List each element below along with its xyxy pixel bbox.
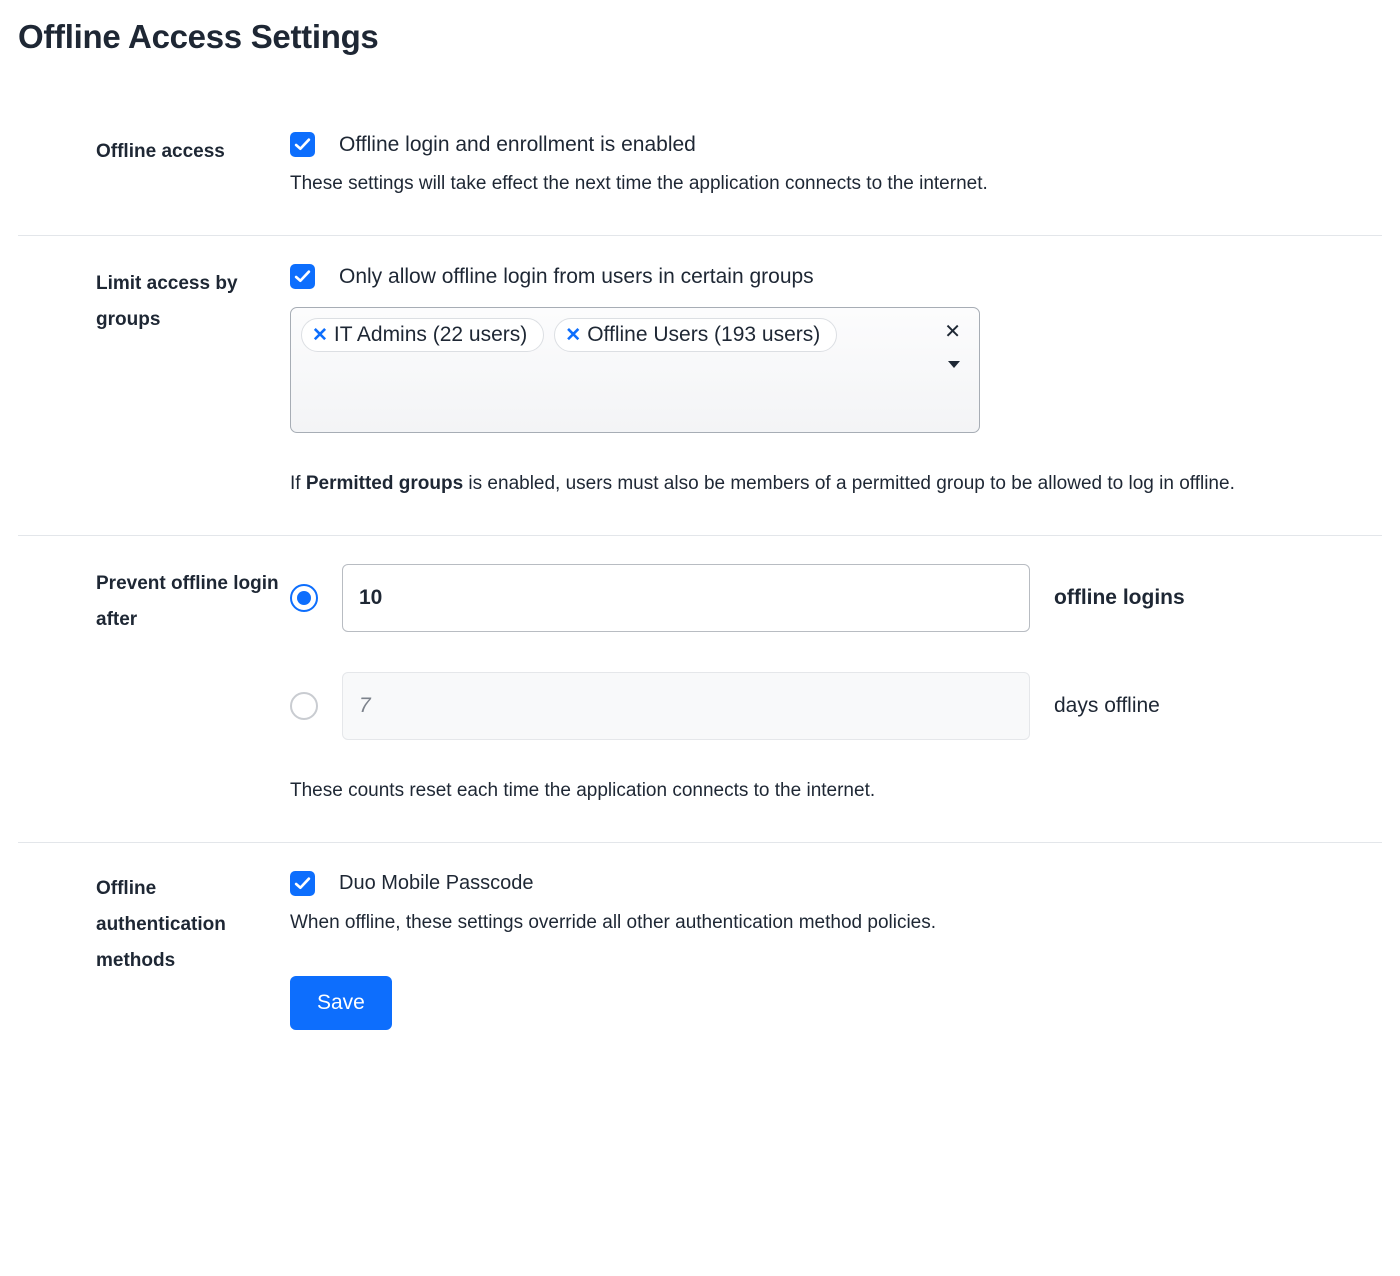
check-icon <box>294 875 311 892</box>
limit-groups-checkbox-label: Only allow offline login from users in c… <box>339 265 814 289</box>
auth-methods-helper: When offline, these settings override al… <box>290 912 1382 934</box>
duo-passcode-checkbox-label: Duo Mobile Passcode <box>339 872 534 895</box>
offline-logins-input[interactable] <box>342 564 1030 632</box>
offline-access-label: Offline access <box>18 132 290 170</box>
group-chip: ✕ Offline Users (193 users) <box>554 318 837 352</box>
group-chip: ✕ IT Admins (22 users) <box>301 318 544 352</box>
clear-all-icon[interactable]: ✕ <box>944 322 961 342</box>
section-offline-access: Offline access Offline login and enrollm… <box>18 104 1382 236</box>
chip-label: Offline Users (193 users) <box>587 323 820 347</box>
save-button[interactable]: Save <box>290 976 392 1030</box>
group-multiselect[interactable]: ✕ IT Admins (22 users) ✕ Offline Users (… <box>290 307 980 433</box>
check-icon <box>294 268 311 285</box>
section-auth-methods: Offline authentication methods Duo Mobil… <box>18 843 1382 1070</box>
offline-logins-suffix: offline logins <box>1054 586 1185 610</box>
chip-label: IT Admins (22 users) <box>334 323 527 347</box>
chip-remove-icon[interactable]: ✕ <box>312 326 328 345</box>
duo-passcode-checkbox[interactable] <box>290 871 315 896</box>
permitted-groups-note: If Permitted groups is enabled, users mu… <box>290 473 1382 495</box>
check-icon <box>294 136 311 153</box>
limit-groups-label: Limit access by groups <box>18 264 290 338</box>
page-title: Offline Access Settings <box>18 18 1382 56</box>
offline-access-helper: These settings will take effect the next… <box>290 173 1382 195</box>
prevent-after-label: Prevent offline login after <box>18 564 290 638</box>
days-offline-suffix: days offline <box>1054 694 1160 718</box>
offline-access-checkbox-label: Offline login and enrollment is enabled <box>339 133 696 157</box>
section-prevent-after: Prevent offline login after offline logi… <box>18 536 1382 843</box>
limit-groups-checkbox[interactable] <box>290 264 315 289</box>
prevent-after-days-radio[interactable] <box>290 692 318 720</box>
section-limit-groups: Limit access by groups Only allow offlin… <box>18 236 1382 536</box>
offline-access-checkbox[interactable] <box>290 132 315 157</box>
prevent-after-logins-radio[interactable] <box>290 584 318 612</box>
prevent-after-helper: These counts reset each time the applica… <box>290 780 1382 802</box>
dropdown-caret-icon[interactable] <box>947 354 961 376</box>
auth-methods-label: Offline authentication methods <box>18 871 290 979</box>
chip-remove-icon[interactable]: ✕ <box>565 326 581 345</box>
days-offline-input <box>342 672 1030 740</box>
